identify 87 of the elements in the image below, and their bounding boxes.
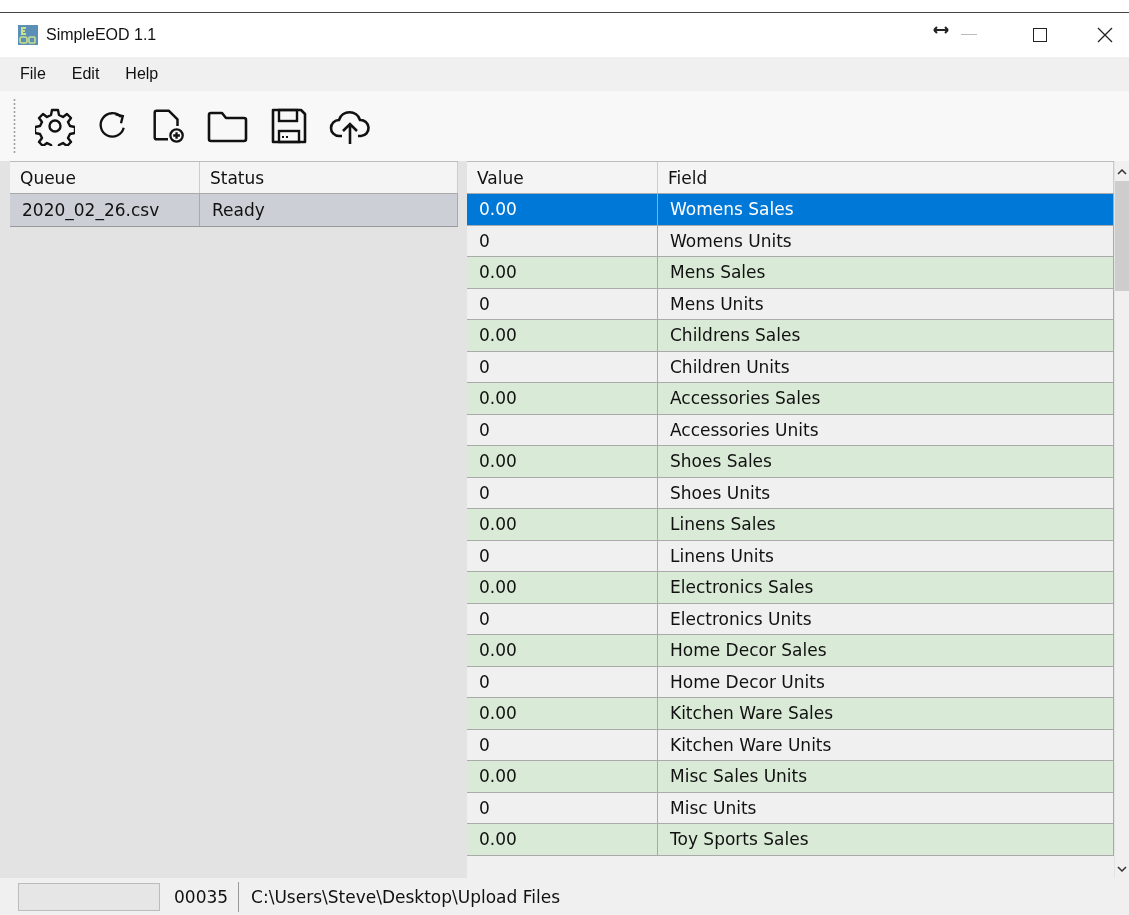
field-row[interactable]: 0.00 Accessories Sales (467, 383, 1114, 415)
queue-row[interactable]: 2020_02_26.csv Ready (10, 194, 458, 227)
table-cell: 0 (467, 477, 658, 508)
maximize-icon[interactable] (1033, 28, 1047, 42)
table-cell: 0 (467, 540, 658, 571)
table-cell: Toy Sports Sales (658, 824, 1114, 855)
table-cell: Shoes Units (658, 477, 1114, 508)
double-arrow-icon[interactable] (933, 25, 949, 35)
scrollbar-thumb[interactable] (1115, 181, 1129, 291)
table-cell: Electronics Units (658, 603, 1114, 634)
field-row[interactable]: 0 Home Decor Units (467, 666, 1114, 698)
table-cell: 0.00 (467, 824, 658, 855)
field-row[interactable]: 0.00 Mens Sales (467, 257, 1114, 289)
table-cell: 0.00 (467, 257, 658, 288)
table-cell: Accessories Sales (658, 383, 1114, 414)
field-row[interactable]: 0 Womens Units (467, 225, 1114, 257)
table-cell: 0.00 (467, 698, 658, 729)
table-cell: Womens Sales (658, 194, 1114, 225)
field-row[interactable]: 0.00 Home Decor Sales (467, 635, 1114, 667)
field-row[interactable]: 0 Kitchen Ware Units (467, 729, 1114, 761)
table-cell: Misc Units (658, 792, 1114, 823)
table-cell: 0.00 (467, 383, 658, 414)
field-row[interactable]: 0.00 Kitchen Ware Sales (467, 698, 1114, 730)
field-row[interactable]: 0.00 Womens Sales (467, 194, 1114, 226)
field-row[interactable]: 0 Shoes Units (467, 477, 1114, 509)
table-cell: Accessories Units (658, 414, 1114, 445)
table-cell: Mens Units (658, 288, 1114, 319)
table-cell: Kitchen Ware Units (658, 729, 1114, 760)
table-cell: 0.00 (467, 194, 658, 225)
table-cell: 0.00 (467, 320, 658, 351)
column-header[interactable]: Field (658, 162, 1114, 193)
field-row[interactable]: 0.00 Toy Sports Sales (467, 824, 1114, 856)
table-cell: Mens Sales (658, 257, 1114, 288)
table-cell: 0.00 (467, 572, 658, 603)
field-row[interactable]: 0 Misc Units (467, 792, 1114, 824)
table-cell: 0 (467, 288, 658, 319)
field-row[interactable]: 0.00 Childrens Sales (467, 320, 1114, 352)
table-cell: Kitchen Ware Sales (658, 698, 1114, 729)
field-row[interactable]: 0.00 Misc Sales Units (467, 761, 1114, 793)
table-cell: 0 (467, 666, 658, 697)
table-cell: Electronics Sales (658, 572, 1114, 603)
table-cell: Ready (200, 194, 458, 226)
column-header[interactable]: Status (200, 162, 458, 193)
table-cell: Home Decor Sales (658, 635, 1114, 666)
scroll-down-icon[interactable] (1117, 866, 1127, 872)
table-cell: 0.00 (467, 761, 658, 792)
table-cell: Shoes Sales (658, 446, 1114, 477)
table-cell: 0.00 (467, 446, 658, 477)
table-cell: Womens Units (658, 225, 1114, 256)
menu-item[interactable]: Edit (71, 65, 100, 83)
toolbar-grip-icon (13, 98, 16, 154)
menu-item[interactable]: File (20, 65, 46, 83)
table-cell: 0 (467, 351, 658, 382)
window-title: SimpleEOD 1.1 (46, 26, 157, 44)
table-cell: Childrens Sales (658, 320, 1114, 351)
record-count: 00035 (160, 881, 240, 912)
close-icon[interactable] (1097, 27, 1113, 43)
field-row[interactable]: 0 Mens Units (467, 288, 1114, 320)
scrollbar[interactable] (1115, 161, 1129, 878)
folder-path: C:\Users\Steve\Desktop\Upload Files (250, 886, 561, 907)
settings-icon[interactable] (35, 106, 75, 146)
field-row[interactable]: 0.00 Shoes Sales (467, 446, 1114, 478)
table-cell: Linens Sales (658, 509, 1114, 540)
field-row[interactable]: 0.00 Electronics Sales (467, 572, 1114, 604)
column-header[interactable]: Queue (10, 162, 200, 193)
table-cell: 0.00 (467, 635, 658, 666)
table-cell: 0 (467, 729, 658, 760)
table-cell: Children Units (658, 351, 1114, 382)
field-row[interactable]: 0 Children Units (467, 351, 1114, 383)
table-cell: 0 (467, 603, 658, 634)
table-cell: Misc Sales Units (658, 761, 1114, 792)
app-logo-icon (18, 25, 38, 45)
table-cell: 2020_02_26.csv (10, 194, 200, 226)
scroll-up-icon[interactable] (1117, 169, 1127, 175)
table-cell: 0.00 (467, 509, 658, 540)
table-cell: Linens Units (658, 540, 1114, 571)
column-header[interactable]: Value (467, 162, 658, 193)
field-row[interactable]: 0 Linens Units (467, 540, 1114, 572)
field-row[interactable]: 0 Electronics Units (467, 603, 1114, 635)
table-cell: 0 (467, 414, 658, 445)
field-row[interactable]: 0.00 Linens Sales (467, 509, 1114, 541)
menu-item[interactable]: Help (125, 65, 159, 83)
save-icon[interactable] (269, 106, 309, 146)
table-cell: Home Decor Units (658, 666, 1114, 697)
field-row[interactable]: 0 Accessories Units (467, 414, 1114, 446)
table-cell: 0 (467, 225, 658, 256)
table-cell: 0 (467, 792, 658, 823)
